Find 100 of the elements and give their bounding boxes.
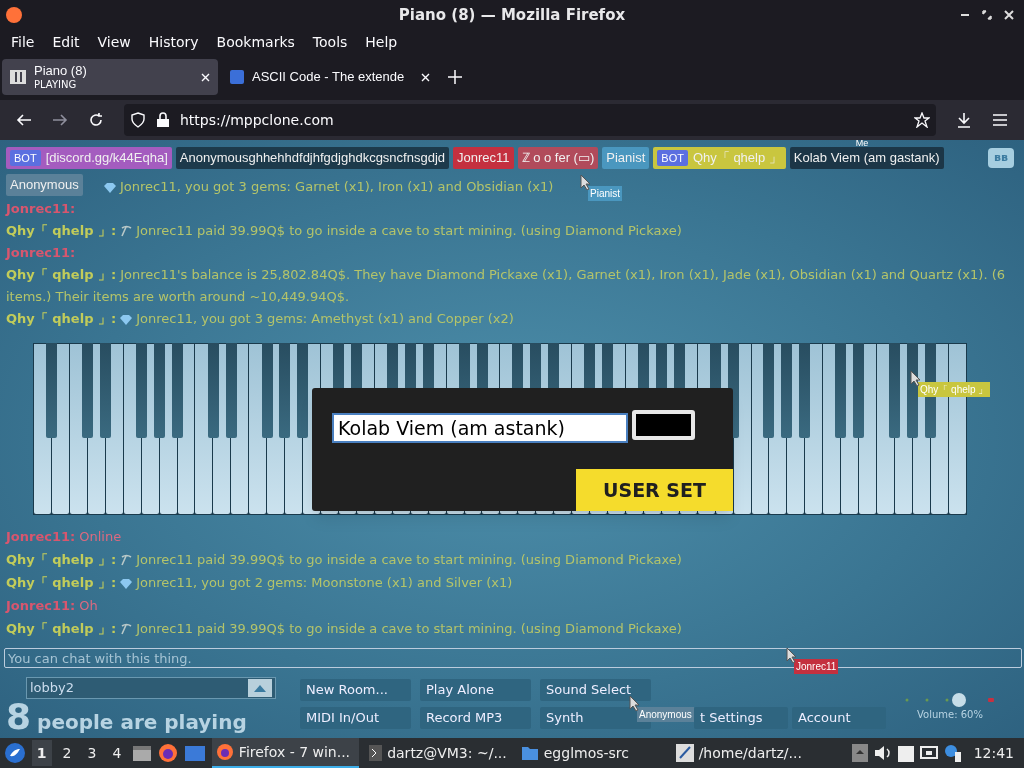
cursor-icon — [580, 174, 592, 190]
workspace-button[interactable]: 1 — [31, 740, 52, 766]
gem-icon — [120, 314, 133, 325]
cursor-label: Jonrec11 — [794, 659, 839, 674]
taskbar-task[interactable]: egglmos-src — [516, 738, 666, 768]
text-editor-icon — [675, 744, 694, 762]
chat-author: Jonrec11: — [4, 244, 77, 262]
cursor-label: Qhy「 qhelp 」 — [918, 382, 991, 397]
volume-label: Volume: 60% — [917, 708, 983, 722]
workspace-button[interactable]: 4 — [107, 740, 127, 766]
gem-icon — [104, 182, 116, 193]
taskbar-task[interactable]: Firefox - 7 win... — [211, 738, 359, 768]
clock: 12:41 — [972, 743, 1016, 763]
chat-author: Qhy「 qhelp 」: — [6, 575, 117, 590]
browser-tab[interactable]: ASCII Code - The extende — [222, 59, 438, 95]
chat-message: Jonrec11 paid 39.99Q$ to go inside a cave to start mining. (using Diamond Pickaxe) — [136, 552, 682, 567]
tray-icon[interactable] — [852, 744, 869, 762]
chat-author: Qhy「 qhelp 」: — [6, 621, 117, 636]
pickaxe-icon — [120, 225, 133, 237]
player-count-label: people are playing — [37, 709, 247, 736]
window-icon[interactable] — [184, 744, 206, 762]
toolbar-button[interactable]: Play Alone — [420, 679, 531, 701]
toolbar-button[interactable]: New Room... — [300, 679, 411, 701]
chat-message: Jonrec11: Online — [4, 528, 123, 546]
new-tab-icon[interactable] — [448, 70, 462, 84]
piano-icon — [10, 70, 26, 84]
user-set-button[interactable]: USER SET — [576, 469, 733, 511]
chat-author: Qhy「 qhelp 」: — [6, 552, 117, 567]
chat-message: Jonrec11, you got 3 gems: Amethyst (x1) and Copper (x2) — [136, 311, 514, 326]
close-tab-icon[interactable] — [421, 72, 430, 82]
cursor-label: Anonymous — [637, 707, 694, 722]
forward-icon[interactable] — [52, 112, 68, 128]
terminal-icon — [368, 745, 383, 761]
chat-message: Jonrec11, you got 3 gems: Garnet (x1), Iron (x1) and Obsidian (x1) — [120, 179, 554, 194]
chat-message: Qhy「 qhelp 」: Jonrec11's balance is 25,802.84Q$. They have Diamond Pickaxe (x1), Garnet (x1), Iron (x1), Jade (x1), Obsidian (x1) and Quartz (x1). (6 items.) Their items are worth around ~10,449.94Q$. — [5, 266, 1007, 306]
bot-badge: BOT — [10, 149, 41, 167]
volume-icon[interactable] — [874, 745, 893, 761]
browser-tab[interactable]: Piano (8) PLAYING — [2, 59, 218, 95]
workspace-button[interactable]: 3 — [82, 740, 102, 766]
pickaxe-icon — [120, 623, 133, 635]
close-icon[interactable] — [1004, 10, 1014, 20]
tab-status: PLAYING — [34, 78, 78, 92]
chat-message: Jonrec11, you got 2 gems: Moonstone (x1) and Silver (x1) — [136, 575, 513, 590]
menu-item[interactable]: Edit — [43, 31, 89, 53]
chat-author: Jonrec11: — [4, 200, 77, 218]
cursor-icon — [629, 695, 641, 711]
chat-message: Jonrec11 paid 39.99Q$ to go inside a cave to start mining. (using Diamond Pickaxe) — [136, 621, 682, 636]
toolbar-button[interactable]: MIDI In/Out — [300, 707, 411, 729]
network-icon[interactable] — [919, 745, 938, 761]
menu-item[interactable]: View — [88, 31, 140, 53]
notification-icon[interactable] — [943, 744, 962, 762]
address-bar[interactable]: https://mppclone.com — [124, 104, 936, 136]
user-name: [discord.gg/k44Eqha] — [45, 149, 168, 168]
user-name: Kolab Viem (am gastank) — [793, 149, 940, 168]
tab-title: ASCII Code - The extende — [252, 68, 406, 86]
menu-item[interactable]: Help — [356, 31, 407, 53]
bookmark-star-icon[interactable] — [914, 112, 930, 128]
url-text: https://mppclone.com — [180, 110, 334, 130]
cursor-icon — [910, 370, 922, 386]
chat-message: Jonrec11 paid 39.99Q$ to go inside a cave to start mining. (using Diamond Pickaxe) — [136, 223, 682, 238]
tab-title: Piano (8) — [34, 62, 88, 79]
taskbar-task[interactable]: /home/dartz/... — [671, 738, 841, 768]
volume-knob[interactable] — [952, 693, 966, 707]
back-icon[interactable] — [16, 112, 32, 128]
toolbar-button[interactable]: t Settings — [694, 707, 788, 729]
cursor-icon — [786, 647, 798, 663]
site-icon — [230, 70, 244, 84]
name-input-field[interactable]: Kolab Viem (am astank) — [332, 413, 628, 443]
workspace-button[interactable]: 2 — [57, 740, 77, 766]
toolbar-button[interactable]: Sound Select — [540, 679, 651, 701]
room-select[interactable]: lobby2 — [26, 677, 276, 699]
menu-item[interactable]: History — [139, 31, 208, 53]
pickaxe-icon — [120, 554, 133, 566]
lock-icon[interactable] — [156, 112, 170, 128]
menu-item[interactable]: Tools — [303, 31, 357, 53]
start-menu-icon[interactable] — [4, 742, 26, 764]
user-tag[interactable]: BOT [discord.gg/k44Eqha] — [6, 147, 172, 169]
taskbar-task[interactable]: dartz@VM3: ~/... — [364, 738, 511, 768]
user-tag[interactable]: BOT Qhy「 qhelp 」 — [653, 147, 786, 169]
folder-icon — [520, 745, 539, 761]
download-icon[interactable] — [956, 112, 972, 128]
chat-author: Qhy「 qhelp 」: — [6, 311, 117, 326]
bot-badge: BOT — [657, 149, 688, 167]
reload-icon[interactable] — [88, 112, 104, 128]
toolbar-button[interactable]: Record MP3 — [420, 707, 531, 729]
color-swatch[interactable] — [632, 410, 695, 440]
close-tab-icon[interactable] — [201, 72, 210, 82]
gem-icon — [120, 578, 133, 589]
menu-item[interactable]: Bookmarks — [207, 31, 304, 53]
menu-icon[interactable] — [992, 112, 1008, 128]
files-icon[interactable] — [132, 744, 153, 762]
volume-slider[interactable] — [905, 693, 995, 707]
chat-author: Qhy「 qhelp 」: — [6, 223, 117, 238]
cursor-label: Pianist — [588, 186, 622, 201]
window-title: Piano (8) — Mozilla Firefox — [397, 4, 627, 26]
me-label: Me — [855, 140, 869, 148]
toolbar-button[interactable]: Account — [792, 707, 886, 729]
shield-icon[interactable] — [130, 112, 146, 128]
chat-message: Jonrec11: Oh — [4, 597, 99, 615]
menu-item[interactable]: File — [2, 31, 44, 53]
